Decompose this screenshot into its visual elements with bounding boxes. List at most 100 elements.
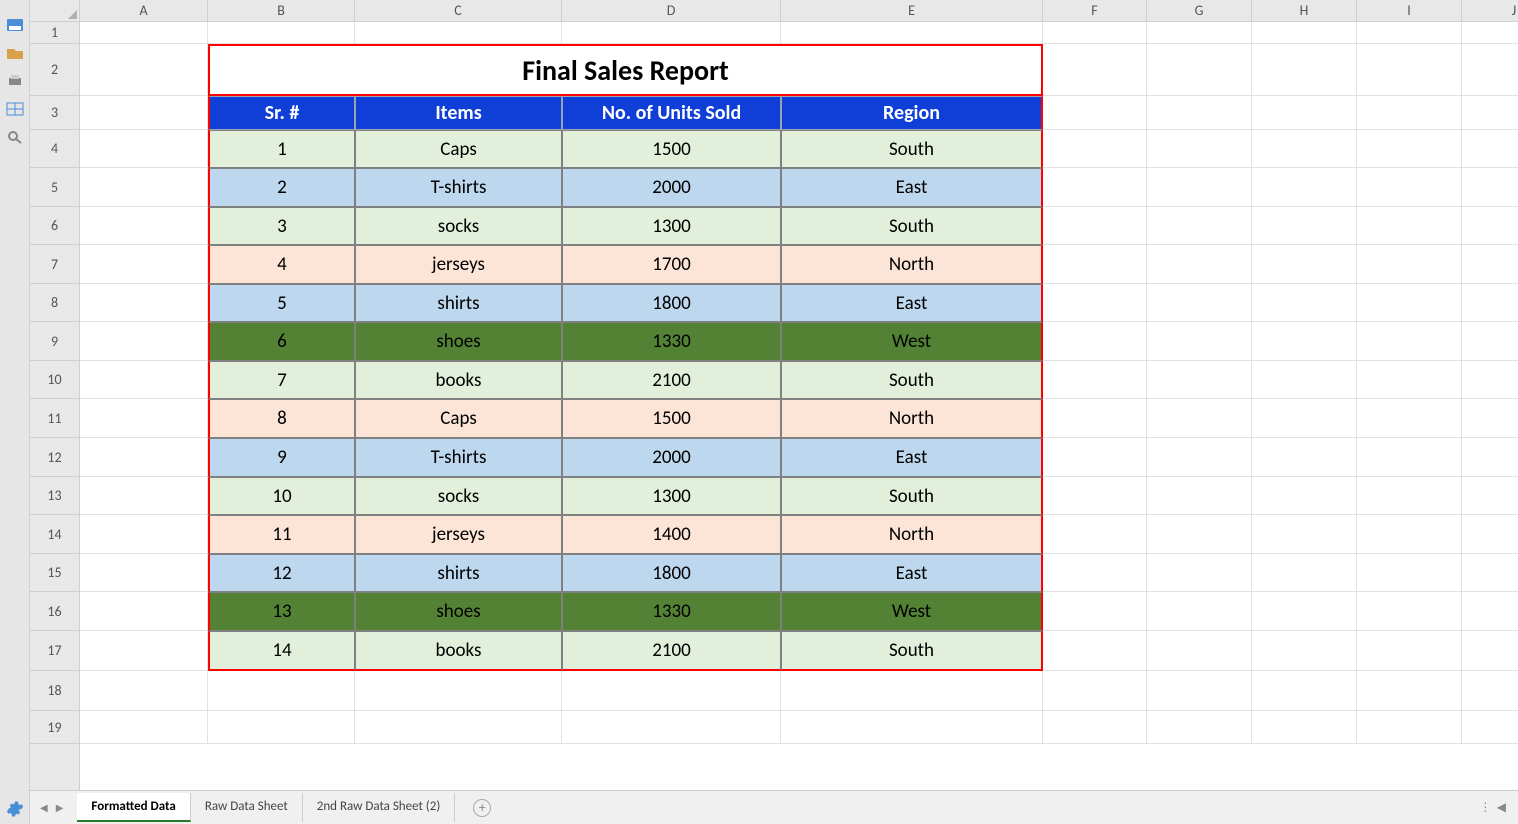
cell[interactable] <box>80 671 208 711</box>
table-cell-item[interactable]: shoes <box>355 592 562 631</box>
cell[interactable] <box>80 22 208 44</box>
cell[interactable] <box>208 671 355 711</box>
cell[interactable] <box>1252 96 1357 130</box>
cell[interactable] <box>1043 477 1147 515</box>
cell[interactable] <box>1147 130 1252 168</box>
table-cell-sr[interactable]: 8 <box>208 399 355 438</box>
cell[interactable] <box>80 245 208 284</box>
cell[interactable] <box>80 44 208 96</box>
row-header-16[interactable]: 16 <box>30 592 79 631</box>
cell[interactable] <box>1252 322 1357 361</box>
column-header-G[interactable]: G <box>1147 0 1252 21</box>
cell[interactable] <box>1357 168 1462 207</box>
cell[interactable] <box>1462 284 1518 322</box>
cell[interactable] <box>1462 130 1518 168</box>
cell[interactable] <box>1462 168 1518 207</box>
sheet-tab[interactable]: Formatted Data <box>77 793 190 822</box>
save-icon[interactable] <box>6 18 24 32</box>
table-cell-sr[interactable]: 11 <box>208 515 355 554</box>
cell[interactable] <box>1147 96 1252 130</box>
cell[interactable] <box>1147 554 1252 592</box>
table-cell-item[interactable]: Caps <box>355 399 562 438</box>
cell[interactable] <box>80 284 208 322</box>
cell[interactable] <box>1357 671 1462 711</box>
table-cell-sr[interactable]: 2 <box>208 168 355 207</box>
row-header-5[interactable]: 5 <box>30 168 79 207</box>
table-cell-item[interactable]: books <box>355 631 562 671</box>
sheet-tab[interactable]: Raw Data Sheet <box>191 793 303 822</box>
cell[interactable] <box>1147 515 1252 554</box>
table-header[interactable]: Items <box>355 96 562 130</box>
sheet-tab[interactable]: 2nd Raw Data Sheet (2) <box>303 793 456 822</box>
column-header-I[interactable]: I <box>1357 0 1462 21</box>
row-header-3[interactable]: 3 <box>30 96 79 130</box>
column-header-F[interactable]: F <box>1043 0 1147 21</box>
table-cell-item[interactable]: T-shirts <box>355 438 562 477</box>
open-icon[interactable] <box>6 46 24 60</box>
cell[interactable] <box>1043 22 1147 44</box>
table-cell-units[interactable]: 1800 <box>562 554 781 592</box>
cell[interactable] <box>1357 22 1462 44</box>
cell[interactable] <box>1043 554 1147 592</box>
cell[interactable] <box>1357 361 1462 399</box>
table-cell-item[interactable]: books <box>355 361 562 399</box>
cell[interactable] <box>781 671 1043 711</box>
cell[interactable] <box>1252 399 1357 438</box>
cell[interactable] <box>80 438 208 477</box>
cell[interactable] <box>1462 44 1518 96</box>
report-title[interactable]: Final Sales Report <box>208 44 1043 96</box>
table-cell-region[interactable]: East <box>781 168 1043 207</box>
cell[interactable] <box>781 711 1043 744</box>
cell[interactable] <box>1147 22 1252 44</box>
table-header[interactable]: Region <box>781 96 1043 130</box>
cell[interactable] <box>1357 207 1462 245</box>
table-cell-item[interactable]: jerseys <box>355 515 562 554</box>
cell[interactable] <box>1147 631 1252 671</box>
cell[interactable] <box>1462 322 1518 361</box>
cell[interactable] <box>80 477 208 515</box>
table-cell-units[interactable]: 1700 <box>562 245 781 284</box>
cell[interactable] <box>1252 671 1357 711</box>
row-header-11[interactable]: 11 <box>30 399 79 438</box>
cell[interactable] <box>1147 671 1252 711</box>
table-cell-region[interactable]: North <box>781 515 1043 554</box>
cell[interactable] <box>1252 592 1357 631</box>
cell[interactable] <box>1252 284 1357 322</box>
print-icon[interactable] <box>6 74 24 88</box>
column-header-C[interactable]: C <box>355 0 562 21</box>
cell[interactable] <box>1252 44 1357 96</box>
table-cell-units[interactable]: 1330 <box>562 592 781 631</box>
row-header-2[interactable]: 2 <box>30 44 79 96</box>
cell[interactable] <box>80 361 208 399</box>
cell[interactable] <box>562 22 781 44</box>
cell[interactable] <box>1043 130 1147 168</box>
cell[interactable] <box>1462 207 1518 245</box>
tabbar-right-handle[interactable]: ⋮ ◀ <box>1479 800 1506 815</box>
tab-prev-icon[interactable]: ◀ <box>40 801 48 814</box>
cell[interactable] <box>1147 322 1252 361</box>
table-header[interactable]: Sr. # <box>208 96 355 130</box>
cell[interactable] <box>1462 96 1518 130</box>
cell[interactable] <box>208 22 355 44</box>
cell[interactable] <box>1357 592 1462 631</box>
column-header-J[interactable]: J <box>1462 0 1518 21</box>
column-header-D[interactable]: D <box>562 0 781 21</box>
cell[interactable] <box>80 207 208 245</box>
row-header-19[interactable]: 19 <box>30 711 79 744</box>
table-cell-sr[interactable]: 4 <box>208 245 355 284</box>
cell[interactable] <box>80 515 208 554</box>
cell[interactable] <box>1462 711 1518 744</box>
cell[interactable] <box>1252 477 1357 515</box>
table-cell-sr[interactable]: 10 <box>208 477 355 515</box>
table-cell-region[interactable]: South <box>781 130 1043 168</box>
table-cell-units[interactable]: 1800 <box>562 284 781 322</box>
column-header-H[interactable]: H <box>1252 0 1357 21</box>
row-header-15[interactable]: 15 <box>30 554 79 592</box>
cell[interactable] <box>1462 592 1518 631</box>
row-header-8[interactable]: 8 <box>30 284 79 322</box>
cell[interactable] <box>1462 361 1518 399</box>
cell[interactable] <box>1147 44 1252 96</box>
row-header-6[interactable]: 6 <box>30 207 79 245</box>
cell[interactable] <box>80 592 208 631</box>
row-header-1[interactable]: 1 <box>30 22 79 44</box>
